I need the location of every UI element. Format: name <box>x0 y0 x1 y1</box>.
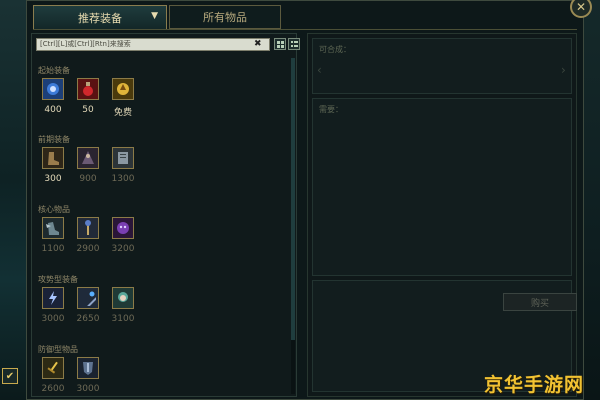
item-price: 1300 <box>111 174 135 184</box>
search-placeholder: [Ctrl][L]或[Ctrl][Rtn]来搜索 <box>40 40 131 48</box>
purple-mask-icon[interactable] <box>112 217 134 239</box>
dark-cloak-icon[interactable] <box>77 147 99 169</box>
gold-ward-icon[interactable] <box>112 78 134 100</box>
item-price: 3000 <box>41 314 65 324</box>
wand-icon[interactable] <box>77 287 99 309</box>
item-price: 400 <box>44 105 62 115</box>
category-label: 起始装备 <box>38 66 70 75</box>
scrollbar-thumb[interactable] <box>291 58 295 340</box>
blue-orb-icon[interactable] <box>42 78 64 100</box>
tab-all-items[interactable]: 所有物品 <box>169 5 281 29</box>
shop-tabs: 推荐装备 ▼ 所有物品 <box>33 5 281 31</box>
tab-all-items-label: 所有物品 <box>203 11 247 24</box>
shop-corner-icon[interactable]: ✔ <box>2 368 18 384</box>
tome-icon[interactable] <box>112 147 134 169</box>
clear-search-icon[interactable]: ✖ <box>254 39 262 49</box>
hood-icon[interactable] <box>112 287 134 309</box>
chevron-left-icon[interactable]: ‹ <box>317 63 322 77</box>
builds-into-label: 可合成： <box>319 45 351 54</box>
item-price: 2600 <box>41 384 65 394</box>
item-price: 900 <box>79 174 97 184</box>
item-search-input[interactable]: [Ctrl][L]或[Ctrl][Rtn]来搜索 <box>36 38 270 51</box>
item-price: 50 <box>82 105 94 115</box>
builds-into-section: 可合成： ‹ › <box>312 38 572 94</box>
lightning-icon[interactable] <box>42 287 64 309</box>
staff-icon[interactable] <box>77 217 99 239</box>
tab-recommended-label: 推荐装备 <box>78 11 122 25</box>
item-price: 3200 <box>111 244 135 254</box>
item-price: 1100 <box>41 244 65 254</box>
category-label: 防御型物品 <box>38 345 78 354</box>
item-price: 2650 <box>76 314 100 324</box>
category-label: 前期装备 <box>38 135 70 144</box>
list-view-button[interactable] <box>288 38 300 50</box>
site-watermark: 京华手游网 <box>484 374 585 396</box>
category-label: 攻势型装备 <box>38 275 78 284</box>
item-price: 3000 <box>76 384 100 394</box>
requires-label: 需要： <box>319 105 343 114</box>
buy-button[interactable]: 购买 <box>503 293 577 311</box>
item-price: 300 <box>44 174 62 184</box>
item-details-panel: 可合成： ‹ › 需要： 购买 <box>307 33 577 397</box>
boots-icon[interactable] <box>42 147 64 169</box>
requires-section: 需要： <box>312 98 572 276</box>
item-price: 2900 <box>76 244 100 254</box>
armor-icon[interactable] <box>77 357 99 379</box>
item-price: 免费 <box>113 108 132 118</box>
item-price: 3100 <box>111 314 135 324</box>
red-potion-icon[interactable] <box>77 78 99 100</box>
golden-sword-icon[interactable] <box>42 357 64 379</box>
category-label: 核心物品 <box>38 205 70 214</box>
chevron-right-icon[interactable]: › <box>561 63 566 77</box>
tab-divider <box>33 29 577 30</box>
item-shop-window: 推荐装备 ▼ 所有物品 [Ctrl][L]或[Ctrl][Rtn]来搜索 ✖ 起… <box>26 0 584 400</box>
tab-recommended[interactable]: 推荐装备 ▼ <box>33 5 167 29</box>
close-icon: ✕ <box>575 0 587 14</box>
grid-view-button[interactable] <box>274 38 286 50</box>
dropdown-arrow-icon[interactable]: ▼ <box>151 11 158 21</box>
winged-boots-icon[interactable] <box>42 217 64 239</box>
game-background-left <box>0 0 28 400</box>
recommended-items-panel: [Ctrl][L]或[Ctrl][Rtn]来搜索 ✖ 起始装备 400 50 免费前期… <box>31 33 300 397</box>
